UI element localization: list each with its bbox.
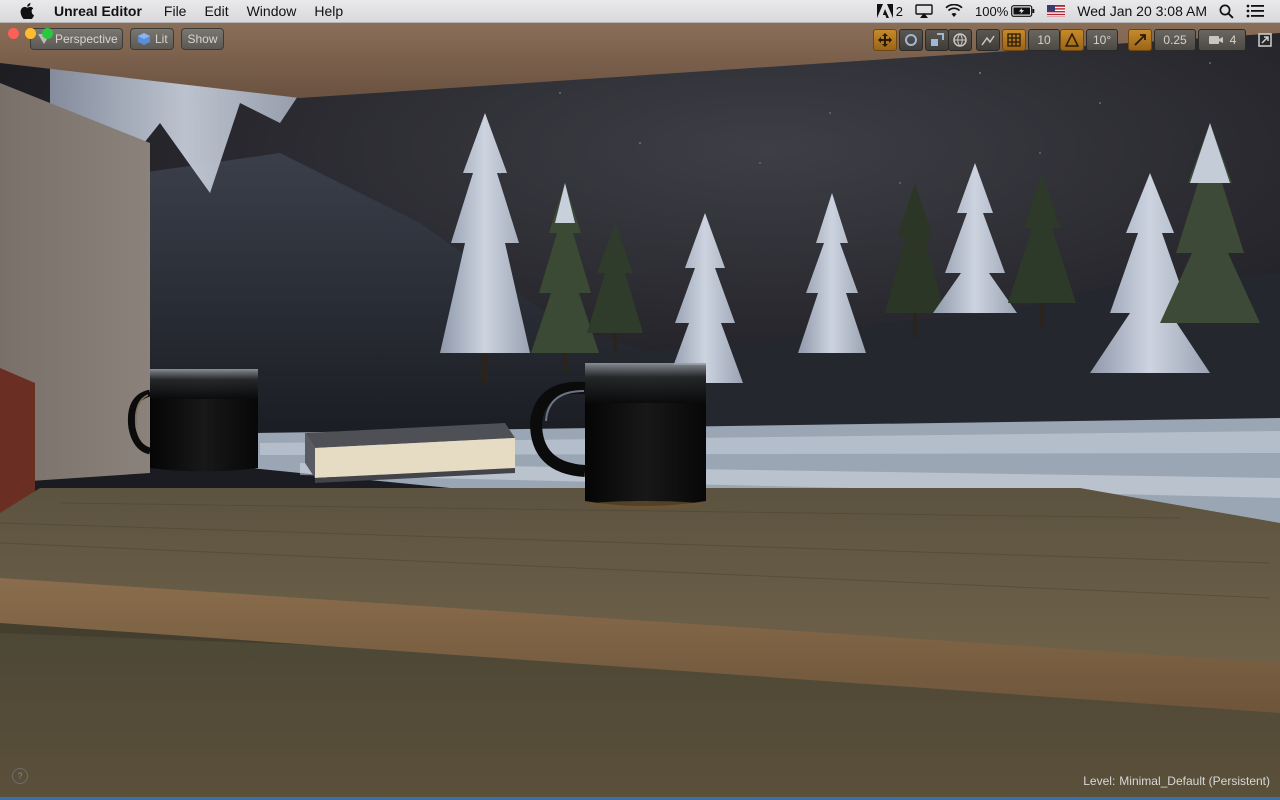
scale-arrow-icon bbox=[1134, 34, 1146, 46]
scale-snap-group: 0.25 bbox=[1128, 28, 1196, 52]
move-icon bbox=[878, 33, 892, 47]
status-area: 2 100% Wed Jan 20 3:08 AM bbox=[876, 0, 1280, 22]
grid-icon bbox=[1007, 33, 1021, 47]
camera-speed-button[interactable]: 4 bbox=[1198, 29, 1246, 51]
rotate-icon bbox=[905, 34, 917, 46]
rotation-snap-group: 10° bbox=[1060, 28, 1119, 52]
menu-edit[interactable]: Edit bbox=[204, 3, 228, 19]
scale-icon bbox=[931, 33, 944, 46]
close-window-button[interactable] bbox=[8, 28, 19, 39]
help-icon[interactable]: ? bbox=[12, 768, 28, 784]
scale-snap-toggle[interactable] bbox=[1128, 29, 1152, 51]
battery-status[interactable]: 100% bbox=[975, 4, 1035, 19]
menu-help[interactable]: Help bbox=[314, 3, 343, 19]
camera-icon bbox=[1208, 36, 1223, 44]
menu-file[interactable]: File bbox=[164, 3, 187, 19]
surface-snap-icon bbox=[981, 35, 995, 46]
adobe-badge: 2 bbox=[895, 3, 904, 19]
rotation-snap-value[interactable]: 10° bbox=[1086, 29, 1119, 51]
menu-window[interactable]: Window bbox=[247, 3, 297, 19]
coordinate-system-group bbox=[948, 28, 972, 52]
scale-snap-value[interactable]: 0.25 bbox=[1154, 29, 1196, 51]
app-menu[interactable]: Unreal Editor bbox=[54, 3, 142, 19]
battery-icon bbox=[1011, 5, 1035, 17]
menubar-clock[interactable]: Wed Jan 20 3:08 AM bbox=[1077, 3, 1207, 19]
battery-percent: 100% bbox=[975, 3, 1009, 19]
adobe-status-item[interactable]: 2 bbox=[876, 3, 904, 19]
airplay-icon[interactable] bbox=[915, 4, 933, 18]
level-viewport[interactable]: Perspective Lit Show 10 10° 0.25 4 ? Lev… bbox=[0, 23, 1280, 800]
scene-render bbox=[0, 23, 1280, 800]
maximize-icon bbox=[1258, 33, 1272, 47]
mac-menubar: Unreal Editor File Edit Window Help 2 10… bbox=[0, 0, 1280, 23]
camera-speed-group: 4 bbox=[1198, 28, 1246, 52]
show-label: Show bbox=[187, 32, 218, 46]
input-source-flag-icon[interactable] bbox=[1047, 5, 1066, 17]
rotation-snap-toggle[interactable] bbox=[1060, 29, 1084, 51]
wifi-icon[interactable] bbox=[945, 4, 963, 18]
level-name: Minimal_Default (Persistent) bbox=[1119, 774, 1270, 788]
angle-icon bbox=[1065, 33, 1079, 47]
notification-center-icon[interactable] bbox=[1246, 4, 1264, 18]
world-coordinates-button[interactable] bbox=[948, 29, 972, 51]
camera-speed-value: 4 bbox=[1229, 33, 1237, 47]
globe-icon bbox=[953, 33, 967, 47]
grid-snap-value[interactable]: 10 bbox=[1028, 29, 1060, 51]
grid-snap-group: 10 bbox=[976, 28, 1060, 52]
minimize-window-button[interactable] bbox=[25, 28, 36, 39]
maximize-viewport-button[interactable] bbox=[1254, 29, 1276, 51]
apple-menu-icon[interactable] bbox=[18, 2, 36, 20]
lit-mode-cube-icon bbox=[137, 32, 151, 46]
perspective-label: Perspective bbox=[55, 32, 118, 46]
transform-tools-group bbox=[873, 28, 949, 52]
level-prefix: Level: bbox=[1083, 774, 1116, 788]
translate-tool-button[interactable] bbox=[873, 29, 897, 51]
scale-tool-button[interactable] bbox=[925, 29, 949, 51]
grid-snap-toggle[interactable] bbox=[1002, 29, 1026, 51]
window-controls bbox=[8, 28, 53, 39]
zoom-window-button[interactable] bbox=[42, 28, 53, 39]
show-flags-button[interactable]: Show bbox=[181, 28, 224, 50]
lit-label: Lit bbox=[155, 32, 168, 46]
spotlight-search-icon[interactable] bbox=[1219, 4, 1234, 19]
rotate-tool-button[interactable] bbox=[899, 29, 923, 51]
view-mode-lit-button[interactable]: Lit bbox=[130, 28, 174, 50]
current-level-label: Level: Minimal_Default (Persistent) bbox=[1083, 774, 1270, 788]
adobe-icon bbox=[876, 4, 893, 18]
surface-snapping-button[interactable] bbox=[976, 29, 1000, 51]
maximize-viewport-group bbox=[1254, 28, 1276, 52]
